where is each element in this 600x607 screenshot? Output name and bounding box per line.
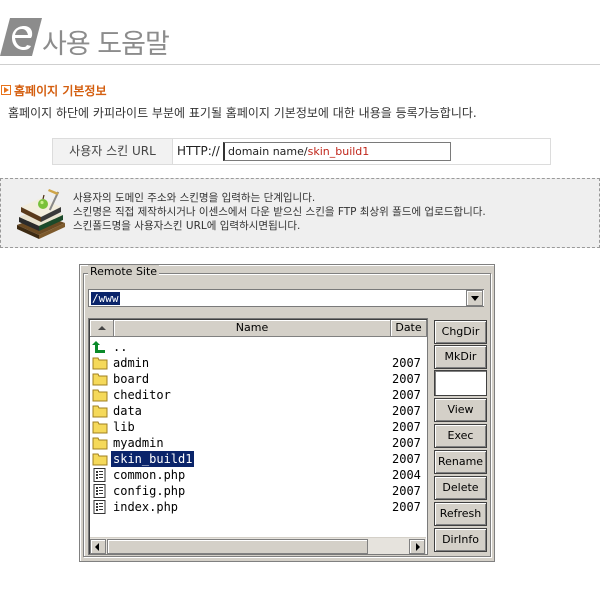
file-name: skin_build1 [111, 451, 195, 467]
file-name: common.php [113, 468, 186, 482]
list-item[interactable]: config.php 2007 [90, 483, 427, 499]
file-name: data [113, 404, 142, 418]
page-header: 사용 도움말 [0, 0, 600, 62]
file-icon [93, 468, 106, 482]
file-date: 2007 [392, 452, 421, 466]
info-line: 스킨명은 직접 제작하시거나 이센스에서 다운 받으신 스킨을 FTP 최상위 … [73, 206, 486, 218]
page-title: 사용 도움말 [42, 29, 170, 60]
list-item[interactable]: cheditor 2007 [90, 387, 427, 403]
file-date: 2007 [392, 388, 421, 402]
remote-path-combo[interactable]: /www [88, 289, 484, 307]
scroll-right-icon[interactable] [409, 539, 425, 554]
folder-icon [92, 389, 108, 402]
file-date: 2007 [392, 356, 421, 370]
folder-icon [92, 357, 108, 370]
file-date: 2007 [392, 500, 421, 514]
up-arrow-icon [92, 341, 105, 353]
folder-icon [92, 453, 108, 466]
url-skin-text: skin_build1 [307, 145, 370, 158]
remote-site-legend: Remote Site [88, 265, 160, 278]
file-date: 2007 [392, 484, 421, 498]
folder-icon [92, 421, 108, 434]
rename-button[interactable]: Rename [434, 450, 487, 474]
section-description: 홈페이지 하단에 카피라이트 부분에 표기될 홈페이지 기본정보에 대한 내용을… [8, 106, 477, 120]
file-name: .. [113, 340, 128, 354]
date-column-header[interactable]: Date [391, 320, 427, 337]
sort-up-icon [98, 326, 106, 330]
books-icon [17, 189, 65, 239]
sort-column-header[interactable] [90, 320, 114, 337]
file-icon [93, 484, 106, 498]
mkdir-button[interactable]: MkDir [434, 345, 487, 369]
arrow-bullet-icon [1, 85, 11, 95]
file-name: board [113, 372, 150, 386]
file-name: admin [113, 356, 150, 370]
file-date: 2007 [392, 404, 421, 418]
list-item[interactable]: data 2007 [90, 403, 427, 419]
url-domain-text: domain name/ [228, 145, 308, 158]
command-input[interactable] [434, 370, 487, 396]
e-logo-icon [0, 18, 42, 56]
list-item[interactable]: .. [90, 339, 427, 355]
scroll-left-icon[interactable] [90, 539, 106, 554]
folder-icon [92, 437, 108, 450]
list-item[interactable]: common.php 2004 [90, 467, 427, 483]
section-title: 홈페이지 기본정보 [14, 84, 107, 98]
view-button[interactable]: View [434, 398, 487, 422]
header-divider [0, 64, 600, 65]
scroll-thumb[interactable] [107, 539, 368, 554]
list-item[interactable]: lib 2007 [90, 419, 427, 435]
info-line: 사용자의 도메인 주소와 스킨명을 입력하는 단계입니다. [73, 192, 316, 204]
file-name: cheditor [113, 388, 171, 402]
remote-file-list[interactable]: Name Date .. admin 2007 board 2007 chedi… [88, 318, 428, 555]
folder-icon [92, 405, 108, 418]
file-name: config.php [113, 484, 186, 498]
skin-url-label: 사용자 스킨 URL [53, 139, 173, 164]
chevron-down-icon[interactable] [466, 290, 483, 306]
list-item[interactable]: index.php 2007 [90, 499, 427, 515]
exec-button[interactable]: Exec [434, 424, 487, 448]
list-item[interactable]: myadmin 2007 [90, 435, 427, 451]
remote-path-value: /www [91, 292, 120, 305]
file-date: 2007 [392, 436, 421, 450]
file-name: myadmin [113, 436, 164, 450]
skin-url-input[interactable]: domain name/skin_build1 [223, 142, 451, 161]
folder-icon [92, 373, 108, 386]
delete-button[interactable]: Delete [434, 476, 487, 500]
chgdir-button[interactable]: ChgDir [434, 320, 487, 344]
dirinfo-button[interactable]: DirInfo [434, 528, 487, 552]
list-item-selected[interactable]: skin_build1 2007 [90, 451, 427, 467]
file-date: 2004 [392, 468, 421, 482]
url-prefix: HTTP:// [177, 144, 220, 158]
refresh-button[interactable]: Refresh [434, 502, 487, 526]
list-item[interactable]: admin 2007 [90, 355, 427, 371]
info-line: 스킨폴드명을 사용자스킨 URL에 입력하시면됩니다. [73, 220, 301, 232]
info-box: 사용자의 도메인 주소와 스킨명을 입력하는 단계입니다. 스킨명은 직접 제작… [0, 178, 600, 248]
info-text: 사용자의 도메인 주소와 스킨명을 입력하는 단계입니다. 스킨명은 직접 제작… [73, 191, 486, 233]
horizontal-scrollbar[interactable] [90, 537, 426, 554]
file-icon [93, 500, 106, 514]
name-column-header[interactable]: Name [114, 320, 391, 337]
file-date: 2007 [392, 420, 421, 434]
skin-url-row: 사용자 스킨 URL HTTP:// domain name/skin_buil… [52, 138, 551, 165]
list-item[interactable]: board 2007 [90, 371, 427, 387]
file-name: index.php [113, 500, 179, 514]
file-name: lib [113, 420, 135, 434]
file-date: 2007 [392, 372, 421, 386]
